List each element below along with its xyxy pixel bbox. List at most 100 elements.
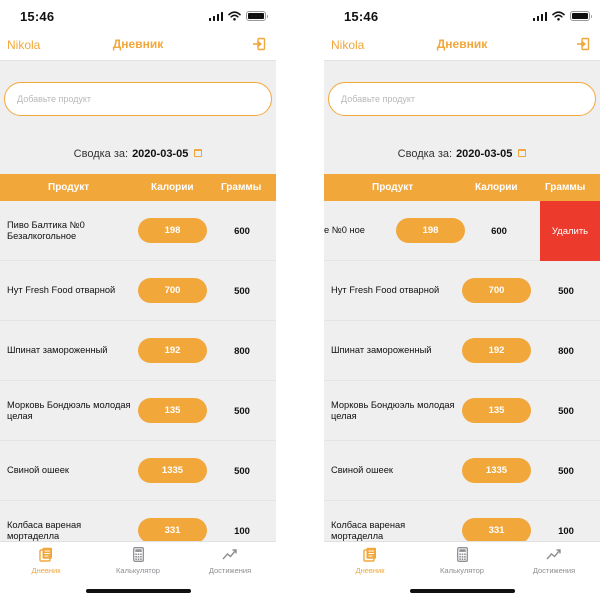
tab-diary-label: Дневник: [31, 566, 61, 575]
search-area: [0, 61, 276, 123]
summary-date-row[interactable]: Сводка за: 2020-03-05: [324, 148, 600, 160]
calories-badge[interactable]: 198: [396, 218, 465, 243]
product-name: Шпинат замороженный: [7, 345, 108, 356]
grams-value: 800: [558, 345, 574, 357]
product-row[interactable]: Шпинат замороженный 192 800: [324, 321, 600, 381]
home-indicator[interactable]: [410, 589, 515, 593]
product-row[interactable]: Колбаса вареная мортаделла 331 100: [0, 501, 276, 541]
phone-screen-right: 15:46 Nikola Дневник Сводка за: 2020-03-…: [324, 0, 600, 597]
calculator-icon: [456, 547, 468, 562]
logout-icon[interactable]: [252, 37, 266, 51]
calories-badge[interactable]: 700: [462, 278, 531, 303]
tab-diary[interactable]: Дневник: [324, 542, 416, 582]
header-calories: Калории: [151, 182, 194, 193]
product-name: Колбаса вареная мортаделла: [331, 519, 406, 542]
calories-badge[interactable]: 331: [138, 518, 207, 541]
calendar-icon[interactable]: [518, 149, 527, 157]
table-header: Продукт Калории Граммы: [0, 174, 276, 201]
product-row-swiped[interactable]: е №0 ное 198 600 Удалить: [324, 201, 600, 261]
status-bar: 15:46: [0, 0, 276, 30]
calories-badge[interactable]: 1335: [138, 458, 207, 483]
cellular-signal-icon: [208, 11, 223, 21]
product-row[interactable]: Свиной ошеек 1335 500: [324, 441, 600, 501]
battery-icon: [246, 11, 268, 21]
wifi-icon: [552, 11, 565, 21]
product-row[interactable]: Нут Fresh Food отварной 700 500: [0, 261, 276, 321]
nav-bar: Nikola Дневник: [0, 30, 276, 61]
search-area: [324, 61, 600, 123]
product-row[interactable]: Колбаса вареная мортаделла 331 100: [324, 501, 600, 541]
grams-value: 100: [234, 525, 250, 537]
achievements-icon: [546, 549, 561, 560]
status-bar: 15:46: [324, 0, 600, 30]
status-time: 15:46: [344, 9, 379, 24]
status-time: 15:46: [20, 9, 55, 24]
product-row[interactable]: Нут Fresh Food отварной 700 500: [324, 261, 600, 321]
phone-screen-left: 15:46 Nikola Дневник Сводка за: 2020-03-…: [0, 0, 276, 597]
calories-badge[interactable]: 198: [138, 218, 207, 243]
product-row[interactable]: Свиной ошеек 1335 500: [0, 441, 276, 501]
cellular-signal-icon: [532, 11, 547, 21]
product-row[interactable]: Морковь Бондюэль молодая целая 135 500: [0, 381, 276, 441]
tab-diary-label: Дневник: [355, 566, 385, 575]
wifi-icon: [228, 11, 241, 21]
grams-value: 500: [558, 465, 574, 477]
tab-calculator[interactable]: Калькулятор: [92, 542, 184, 582]
achievements-icon: [222, 549, 237, 560]
product-row[interactable]: Шпинат замороженный 192 800: [0, 321, 276, 381]
add-product-input[interactable]: [328, 82, 596, 116]
header-calories: Калории: [475, 182, 518, 193]
grams-value: 600: [491, 225, 507, 237]
product-list: е №0 ное 198 600 Удалить Нут Fresh Food …: [324, 201, 600, 541]
add-product-input[interactable]: [4, 82, 272, 116]
tab-calculator-label: Калькулятор: [116, 566, 160, 575]
product-row[interactable]: Морковь Бондюэль молодая целая 135 500: [324, 381, 600, 441]
calories-badge[interactable]: 331: [462, 518, 531, 541]
nav-bar: Nikola Дневник: [324, 30, 600, 61]
header-grams: Граммы: [221, 182, 262, 193]
logout-icon[interactable]: [576, 37, 590, 51]
grams-value: 500: [234, 465, 250, 477]
delete-button[interactable]: Удалить: [540, 201, 600, 261]
grams-value: 600: [234, 225, 250, 237]
tab-achievements[interactable]: Достижения: [184, 542, 276, 582]
product-name: Колбаса вареная мортаделла: [7, 519, 82, 542]
header-product: Продукт: [372, 182, 414, 193]
header-product: Продукт: [48, 182, 90, 193]
grams-value: 100: [558, 525, 574, 537]
tab-calculator[interactable]: Калькулятор: [416, 542, 508, 582]
summary-date[interactable]: 2020-03-05: [456, 148, 512, 160]
calculator-icon: [132, 547, 144, 562]
tab-achievements[interactable]: Достижения: [508, 542, 600, 582]
calories-badge[interactable]: 192: [462, 338, 531, 363]
summary-date-row[interactable]: Сводка за: 2020-03-05: [0, 148, 276, 160]
summary-date[interactable]: 2020-03-05: [132, 148, 188, 160]
product-name: Шпинат замороженный: [331, 345, 432, 356]
tab-calculator-label: Калькулятор: [440, 566, 484, 575]
home-indicator[interactable]: [86, 589, 191, 593]
calories-badge[interactable]: 135: [138, 398, 207, 423]
grams-value: 800: [234, 345, 250, 357]
summary-label: Сводка за:: [397, 148, 453, 160]
calories-badge[interactable]: 135: [462, 398, 531, 423]
grams-value: 500: [234, 285, 250, 297]
product-name: Свиной ошеек: [331, 465, 393, 476]
product-name: Свиной ошеек: [7, 465, 69, 476]
page-title: Дневник: [436, 37, 488, 51]
calendar-icon[interactable]: [194, 149, 203, 157]
calories-badge[interactable]: 192: [138, 338, 207, 363]
page-title: Дневник: [112, 37, 164, 51]
tab-diary[interactable]: Дневник: [0, 542, 92, 582]
product-name: Морковь Бондюэль молодая целая: [331, 399, 455, 422]
calories-badge[interactable]: 700: [138, 278, 207, 303]
summary-label: Сводка за:: [73, 148, 129, 160]
tab-achievements-label: Достижения: [208, 566, 252, 575]
calories-badge[interactable]: 1335: [462, 458, 531, 483]
product-name: Нут Fresh Food отварной: [331, 285, 440, 296]
product-row[interactable]: Пиво Балтика №0 Безалкогольное 198 600: [0, 201, 276, 261]
grams-value: 500: [558, 405, 574, 417]
diary-icon: [39, 547, 52, 562]
product-list: Пиво Балтика №0 Безалкогольное 198 600 Н…: [0, 201, 276, 541]
header-grams: Граммы: [545, 182, 586, 193]
diary-icon: [363, 547, 376, 562]
